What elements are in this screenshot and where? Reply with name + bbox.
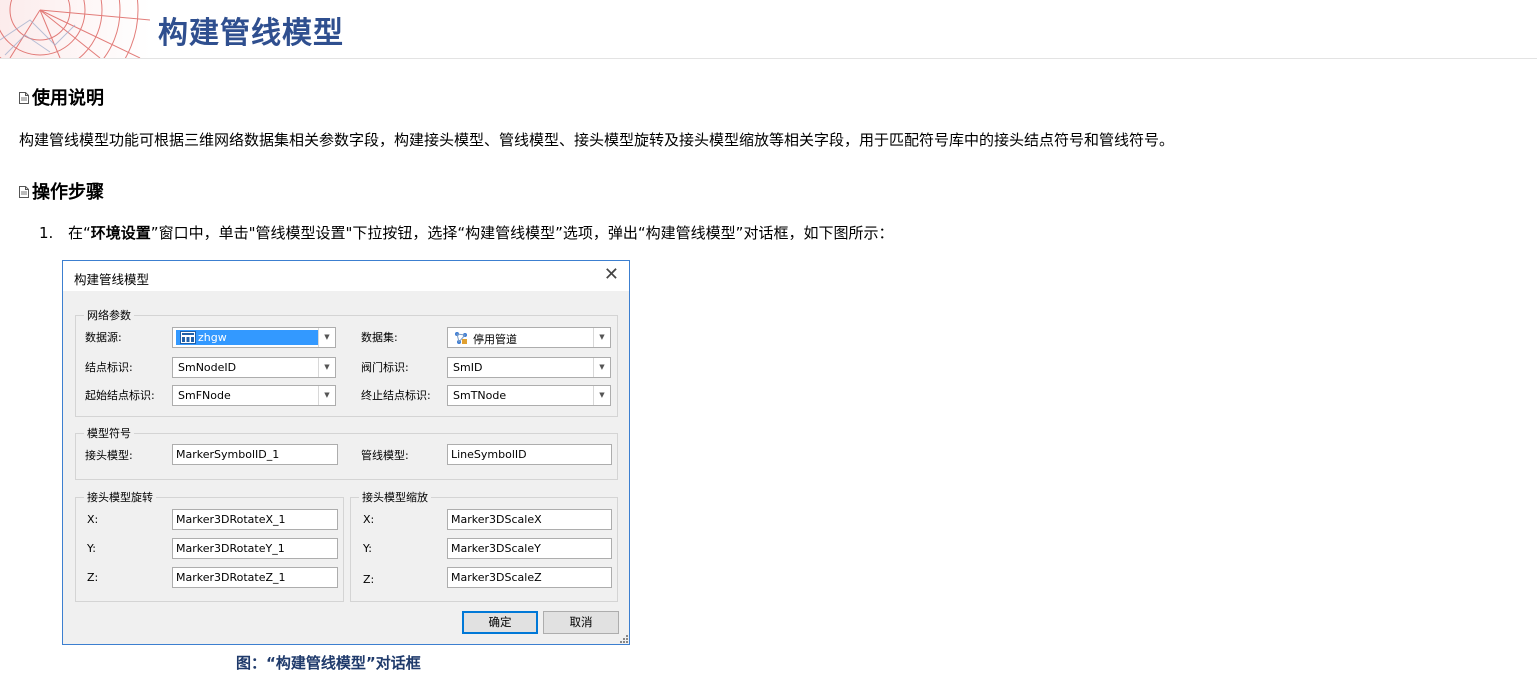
rotate-y-label: Y: (87, 542, 96, 555)
scale-z-value: Marker3DScaleZ (451, 571, 542, 584)
chevron-down-icon[interactable]: ▼ (593, 386, 610, 405)
chevron-down-icon[interactable]: ▼ (593, 328, 610, 347)
chevron-down-icon[interactable]: ▼ (593, 358, 610, 377)
banner-globe-decoration (0, 0, 150, 58)
dataset-combo[interactable]: 停用管道 ▼ (447, 327, 611, 348)
dialog-title: 构建管线模型 (74, 272, 150, 287)
dialog-titlebar[interactable]: 构建管线模型 ✕ (63, 261, 629, 291)
pipe-model-label: 管线模型: (361, 449, 409, 462)
datasource-icon (180, 331, 196, 344)
group-legend: 网络参数 (84, 307, 134, 323)
valve-id-value: SmID (453, 361, 483, 374)
group-legend: 接头模型缩放 (359, 489, 431, 505)
step-text-post: ”窗口中，单击"管线模型设置"下拉按钮，选择“构建管线模型”选项，弹出“构建管线… (150, 224, 894, 242)
node-id-value: SmNodeID (178, 361, 237, 374)
datasource-selection: zhgw (176, 330, 318, 345)
cancel-button[interactable]: 取消 (543, 611, 619, 634)
page-banner: 构建管线模型 (0, 0, 1537, 59)
scale-y-input[interactable]: Marker3DScaleY (447, 538, 612, 559)
rotate-z-value: Marker3DRotateZ_1 (176, 571, 286, 584)
section-heading-usage-text: 使用说明 (32, 88, 104, 109)
document-icon (19, 185, 29, 198)
chevron-down-icon[interactable]: ▼ (318, 328, 335, 347)
section-heading-usage: 使用说明 (19, 84, 104, 110)
rotate-x-value: Marker3DRotateX_1 (176, 513, 286, 526)
scale-y-value: Marker3DScaleY (451, 542, 541, 555)
tnode-label: 终止结点标识: (361, 389, 431, 402)
scale-y-label: Y: (363, 542, 372, 555)
dataset-label: 数据集: (361, 331, 398, 344)
close-icon[interactable]: ✕ (604, 264, 619, 286)
section-heading-steps-text: 操作步骤 (32, 182, 104, 203)
rotate-x-input[interactable]: Marker3DRotateX_1 (172, 509, 338, 530)
chevron-down-icon[interactable]: ▼ (318, 358, 335, 377)
pipe-model-value: LineSymbolID (451, 448, 527, 461)
rotate-x-label: X: (87, 513, 99, 526)
document-icon (19, 91, 29, 104)
tnode-combo[interactable]: SmTNode ▼ (447, 385, 611, 406)
node-id-label: 结点标识: (85, 361, 133, 374)
joint-model-input[interactable]: MarkerSymbolID_1 (172, 444, 338, 465)
node-id-combo[interactable]: SmNodeID ▼ (172, 357, 336, 378)
rotate-y-input[interactable]: Marker3DRotateY_1 (172, 538, 338, 559)
step-text-bold: 环境设置 (90, 224, 151, 242)
scale-z-label: Z: (363, 573, 375, 586)
scale-x-value: Marker3DScaleX (451, 513, 542, 526)
usage-paragraph: 构建管线模型功能可根据三维网络数据集相关参数字段，构建接头模型、管线模型、接头模… (19, 131, 1175, 149)
tnode-value: SmTNode (453, 389, 507, 402)
ok-button[interactable]: 确定 (462, 611, 538, 634)
network-dataset-icon (455, 332, 467, 344)
rotate-y-value: Marker3DRotateY_1 (176, 542, 285, 555)
group-legend: 接头模型旋转 (84, 489, 156, 505)
datasource-value: zhgw (198, 331, 227, 344)
dataset-value: 停用管道 (473, 333, 517, 346)
scale-x-label: X: (363, 513, 375, 526)
group-legend: 模型符号 (84, 425, 134, 441)
step-item-1: 1. 在“环境设置”窗口中，单击"管线模型设置"下拉按钮，选择“构建管线模型”选项… (39, 222, 893, 243)
step-number: 1. (39, 224, 54, 242)
chevron-down-icon[interactable]: ▼ (318, 386, 335, 405)
scale-x-input[interactable]: Marker3DScaleX (447, 509, 612, 530)
build-pipe-model-dialog: 构建管线模型 ✕ 网络参数 数据源: zhgw ▼ 数据集: 停用管道 ▼ 结点… (62, 260, 630, 645)
valve-id-label: 阀门标识: (361, 361, 409, 374)
rotate-z-label: Z: (87, 571, 99, 584)
fnode-combo[interactable]: SmFNode ▼ (172, 385, 336, 406)
section-heading-steps: 操作步骤 (19, 178, 104, 204)
fnode-value: SmFNode (178, 389, 231, 402)
joint-model-label: 接头模型: (85, 449, 133, 462)
page-title: 构建管线模型 (158, 16, 344, 51)
scale-z-input[interactable]: Marker3DScaleZ (447, 567, 612, 588)
step-text-pre: 在“ (68, 224, 91, 242)
datasource-label: 数据源: (85, 331, 122, 344)
figure-caption: 图：“构建管线模型”对话框 (236, 654, 421, 672)
datasource-combo[interactable]: zhgw ▼ (172, 327, 336, 348)
joint-model-value: MarkerSymbolID_1 (176, 448, 280, 461)
pipe-model-input[interactable]: LineSymbolID (447, 444, 612, 465)
fnode-label: 起始结点标识: (85, 389, 155, 402)
rotate-z-input[interactable]: Marker3DRotateZ_1 (172, 567, 338, 588)
valve-id-combo[interactable]: SmID ▼ (447, 357, 611, 378)
resize-grip-icon[interactable] (620, 635, 628, 643)
